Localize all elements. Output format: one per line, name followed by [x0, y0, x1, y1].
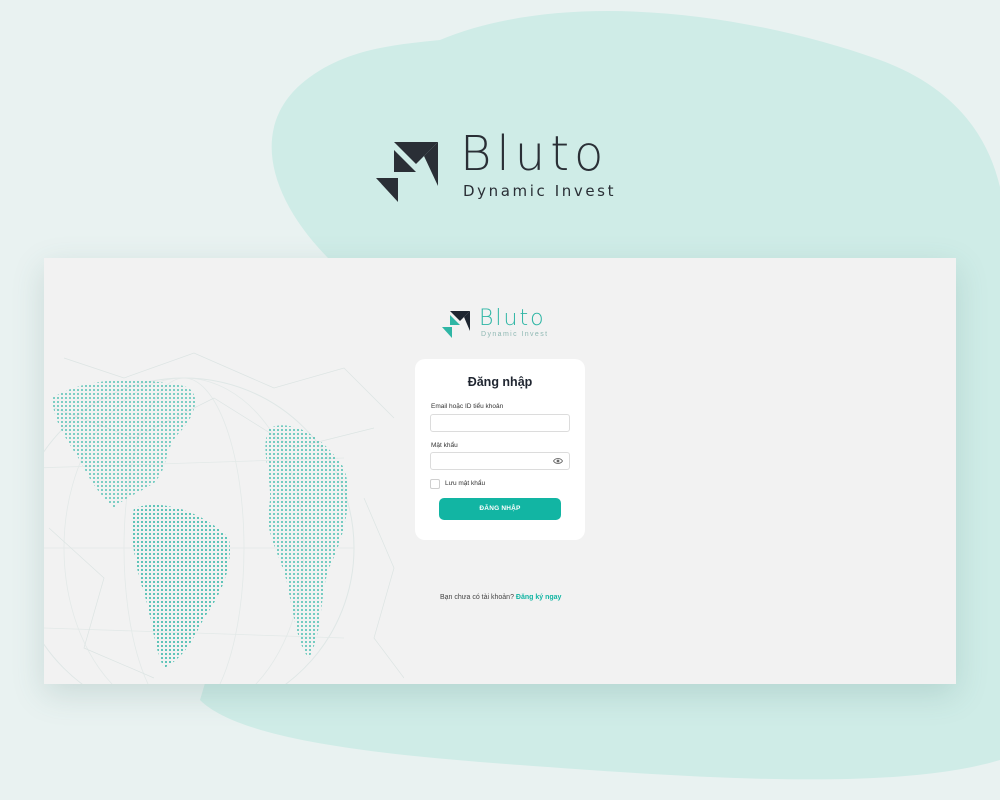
eye-icon[interactable]	[553, 457, 563, 465]
signup-prompt: Bạn chưa có tài khoản?	[440, 594, 514, 601]
app-logo: Bluto Dynamic Invest	[442, 308, 562, 340]
brand-logo: Bluto Dynamic Invest	[376, 130, 636, 204]
password-field[interactable]	[430, 452, 570, 470]
email-label: Email hoặc ID tiểu khoản	[431, 403, 504, 410]
brand-subtitle: Dynamic Invest	[463, 182, 617, 200]
globe-illustration	[44, 352, 404, 684]
email-field[interactable]	[430, 414, 570, 432]
app-window: Bluto Dynamic Invest Đăng nhập Email hoặ…	[44, 258, 956, 684]
login-card: Đăng nhập Email hoặc ID tiểu khoản Mật k…	[415, 359, 585, 540]
login-title: Đăng nhập	[467, 375, 533, 389]
password-label: Mật khẩu	[431, 442, 458, 449]
signup-row: Bạn chưa có tài khoản? Đăng ký ngay	[440, 594, 561, 601]
signup-link[interactable]: Đăng ký ngay	[516, 594, 562, 601]
bluto-logo-icon	[376, 142, 438, 202]
app-logo-title: Bluto	[479, 306, 546, 331]
brand-title: Bluto	[460, 126, 609, 182]
app-logo-subtitle: Dynamic Invest	[481, 331, 549, 338]
remember-label[interactable]: Lưu mật khẩu	[445, 480, 485, 487]
remember-checkbox[interactable]	[430, 479, 440, 489]
login-button[interactable]: ĐĂNG NHẬP	[439, 498, 561, 520]
bluto-logo-icon	[442, 311, 470, 338]
